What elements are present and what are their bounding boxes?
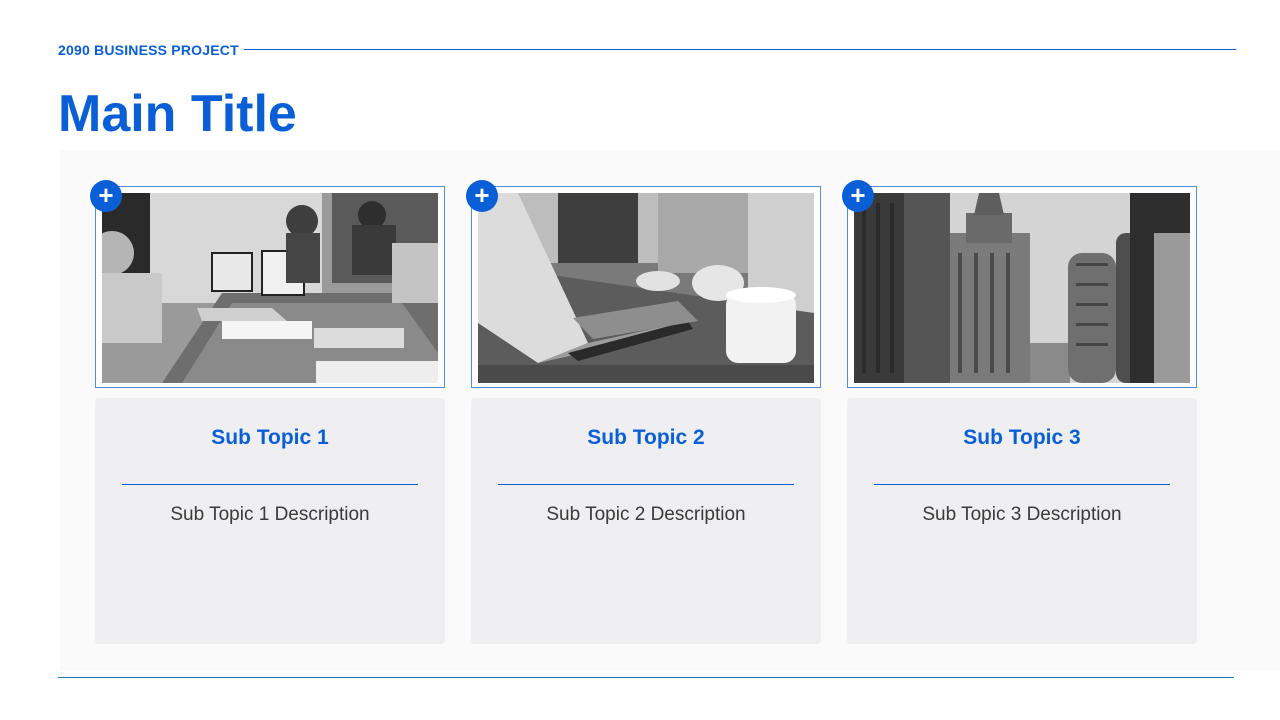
text-panel: Sub Topic 2 Sub Topic 2 Description	[471, 398, 821, 644]
meeting-photo	[102, 193, 438, 383]
laptop-photo	[478, 193, 814, 383]
photo-frame: +	[90, 180, 445, 388]
footer-divider	[58, 677, 1234, 678]
photo-frame: +	[842, 180, 1197, 388]
panel-divider	[122, 484, 418, 485]
plus-icon[interactable]: +	[90, 180, 122, 212]
header-divider	[244, 49, 1236, 50]
photo-frame: +	[466, 180, 821, 388]
sub-topic-title: Sub Topic 1	[211, 426, 329, 449]
sub-topic-description: Sub Topic 3 Description	[922, 504, 1122, 525]
panel-divider	[874, 484, 1170, 485]
sub-topic-description: Sub Topic 1 Description	[170, 504, 370, 525]
slide: 2090 BUSINESS PROJECT Main Title + Sub T…	[0, 0, 1280, 720]
city-buildings-photo	[854, 193, 1190, 383]
panel-divider	[498, 484, 794, 485]
plus-icon[interactable]: +	[466, 180, 498, 212]
topic-card-2: + Sub Topic 2 Sub Topic 2 Description	[466, 180, 823, 644]
topic-card-3: + Sub Topic 3 Sub Topic 3 Description	[842, 180, 1199, 644]
plus-icon[interactable]: +	[842, 180, 874, 212]
text-panel: Sub Topic 1 Sub Topic 1 Description	[95, 398, 445, 644]
page-title: Main Title	[58, 85, 297, 143]
project-label: 2090 BUSINESS PROJECT	[58, 42, 239, 58]
sub-topic-description: Sub Topic 2 Description	[546, 504, 746, 525]
topic-card-1: + Sub Topic 1 Sub Topic 1 Description	[90, 180, 447, 644]
sub-topic-title: Sub Topic 2	[587, 426, 705, 449]
sub-topic-title: Sub Topic 3	[963, 426, 1081, 449]
text-panel: Sub Topic 3 Sub Topic 3 Description	[847, 398, 1197, 644]
